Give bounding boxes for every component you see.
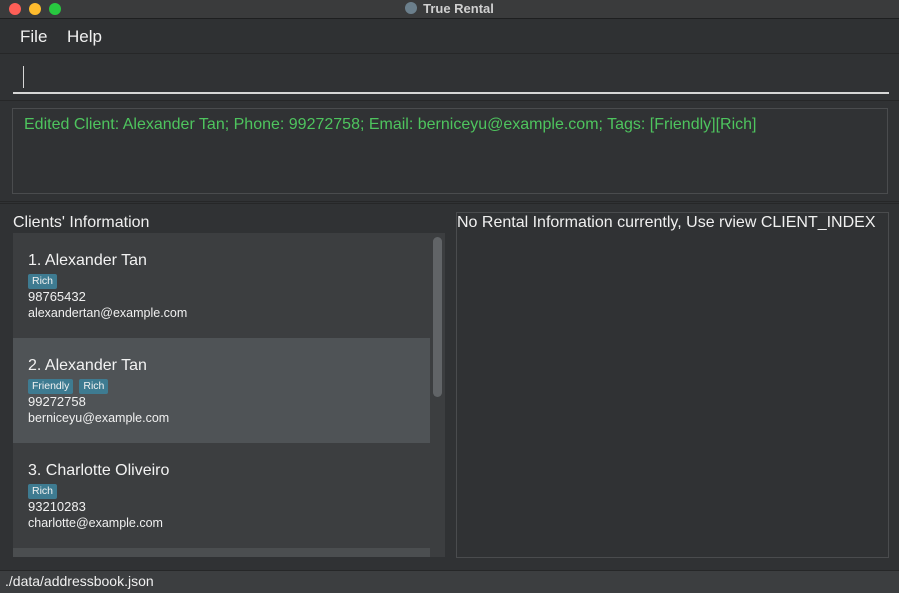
magnifier-app-icon [405, 2, 418, 14]
client-card-selected[interactable]: 2. Alexander Tan Friendly Rich 99272758 b… [13, 338, 430, 443]
tag-badge: Rich [28, 274, 58, 289]
rental-message: No Rental Information currently, Use rvi… [457, 214, 876, 231]
client-card[interactable]: 1. Alexander Tan Rich 98765432 alexander… [13, 233, 430, 338]
list-scrollbar-thumb[interactable] [433, 237, 442, 397]
divider [0, 203, 899, 204]
command-input[interactable] [13, 62, 889, 94]
tag-badge: Friendly [28, 379, 74, 394]
result-message: Edited Client: Alexander Tan; Phone: 992… [24, 116, 757, 133]
client-email: berniceyu@example.com [28, 411, 170, 425]
client-name: 3. Charlotte Oliveiro [28, 462, 170, 479]
rental-panel [456, 212, 889, 558]
client-tags: Rich [28, 481, 63, 499]
client-phone: 99272758 [28, 394, 86, 409]
client-list[interactable]: 1. Alexander Tan Rich 98765432 alexander… [13, 233, 445, 557]
client-tags: Friendly Rich [28, 376, 114, 394]
tag-badge: Rich [28, 484, 58, 499]
client-phone: 98765432 [28, 289, 86, 304]
menu-help[interactable]: Help [67, 27, 102, 47]
client-email: charlotte@example.com [28, 516, 163, 530]
window-title-text: True Rental [423, 1, 494, 16]
window-title: True Rental [0, 1, 899, 16]
client-card[interactable]: 3. Charlotte Oliveiro Rich 93210283 char… [13, 443, 430, 548]
clients-panel-title: Clients' Information [13, 214, 150, 231]
menu-file[interactable]: File [20, 27, 47, 47]
title-bar: True Rental [0, 0, 899, 19]
menu-bar: File Help [0, 19, 899, 54]
client-tags: Rich [28, 271, 63, 289]
client-name: 2. Alexander Tan [28, 357, 147, 374]
client-card-partial[interactable] [13, 548, 430, 557]
client-email: alexandertan@example.com [28, 306, 188, 320]
client-phone: 93210283 [28, 499, 86, 514]
tag-badge: Rich [79, 379, 109, 394]
text-caret [23, 66, 24, 88]
client-name: 1. Alexander Tan [28, 252, 147, 269]
status-file-path: ./data/addressbook.json [5, 573, 154, 589]
